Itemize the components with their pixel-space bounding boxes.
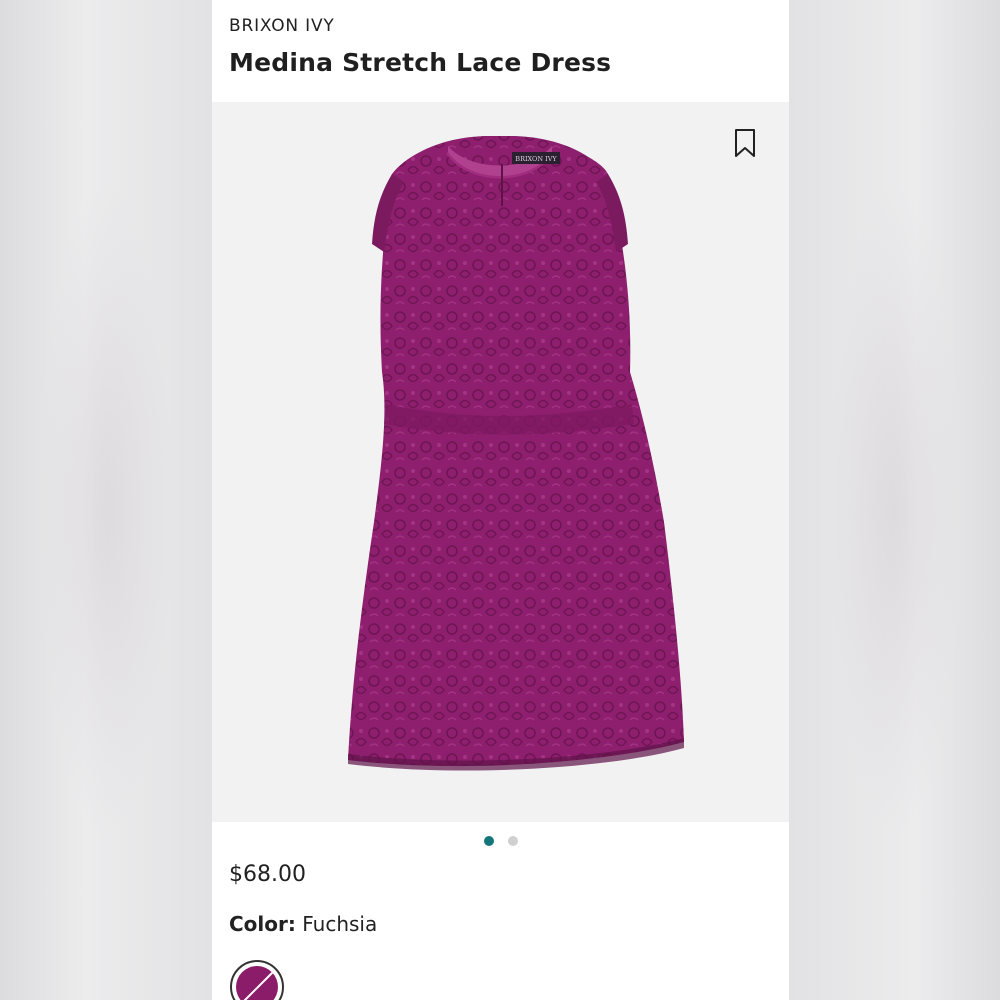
- color-label: Color:: [229, 912, 296, 936]
- dress-body: [348, 136, 684, 767]
- product-price: $68.00: [229, 862, 306, 887]
- carousel-dot-2[interactable]: [507, 836, 518, 846]
- dress-image: BRIXON IVY: [348, 136, 684, 771]
- blurred-background-left: [0, 0, 212, 1000]
- product-screen: BRIXON IVY Medina Stretch Lace Dress BRI…: [212, 0, 789, 1000]
- color-row: Color: Fuchsia: [229, 912, 377, 936]
- color-swatch-fuchsia: [236, 966, 278, 1000]
- color-value: Fuchsia: [302, 912, 378, 936]
- bookmark-icon[interactable]: [734, 128, 756, 158]
- blurred-background-right: [789, 0, 1000, 1000]
- brand-name[interactable]: BRIXON IVY: [229, 16, 335, 36]
- color-swatch-selected[interactable]: [230, 960, 284, 1000]
- dress-tag-text: BRIXON IVY: [515, 155, 557, 163]
- carousel-dot-1[interactable]: [483, 836, 494, 846]
- carousel-pagination: [212, 836, 789, 848]
- product-title: Medina Stretch Lace Dress: [229, 48, 612, 77]
- product-image-carousel[interactable]: BRIXON IVY: [212, 102, 789, 822]
